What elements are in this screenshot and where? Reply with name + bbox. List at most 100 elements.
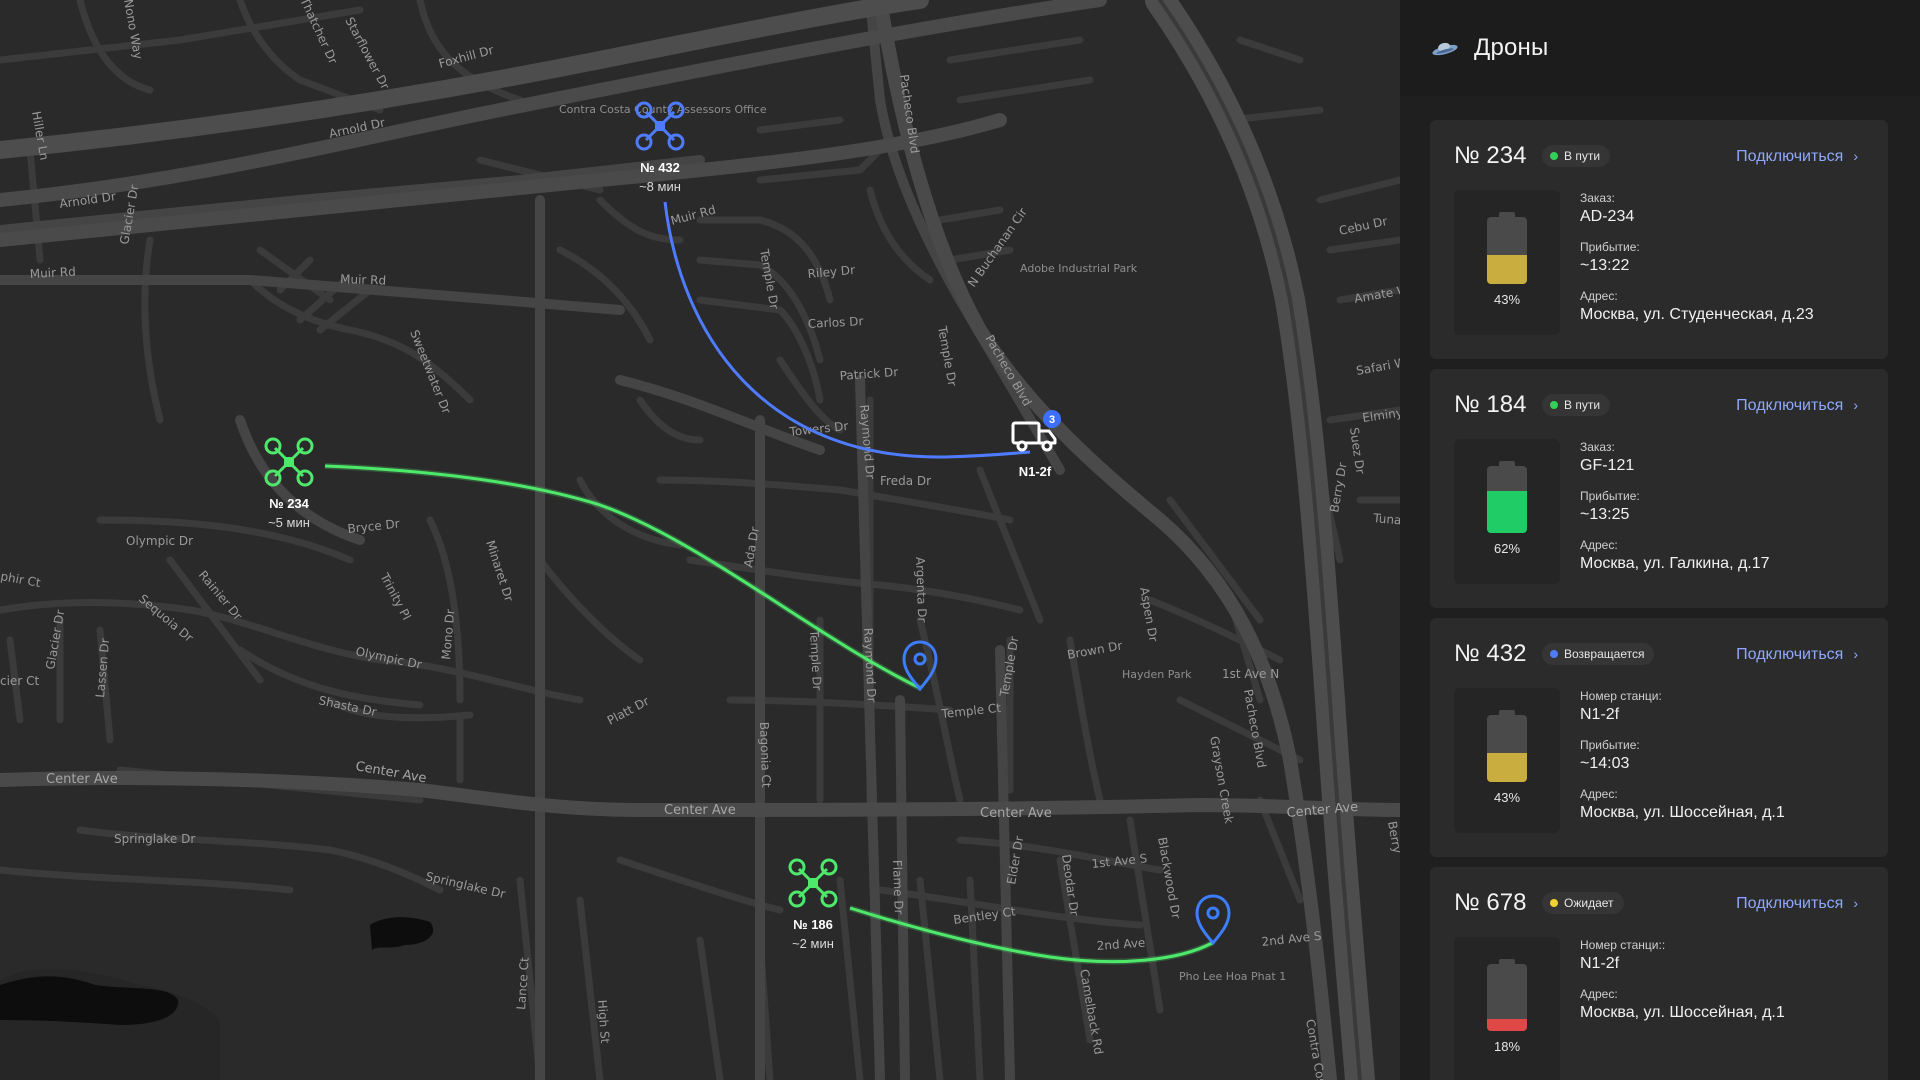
chevron-right-icon[interactable]: › — [1853, 646, 1858, 662]
status-badge: В пути — [1542, 145, 1611, 167]
field-value: ~13:25 — [1580, 506, 1630, 523]
connect-link[interactable]: Подключиться › — [1736, 145, 1858, 168]
panel-title: Дроны — [1474, 34, 1549, 61]
battery-fill — [1487, 753, 1527, 782]
street-label: Sweetwater Dr — [407, 328, 453, 416]
battery-fill — [1487, 491, 1527, 533]
street-label: cier Ct — [0, 674, 39, 688]
field-label: Номер станци:: — [1580, 938, 1666, 952]
street-label: Freda Dr — [880, 474, 931, 488]
field-label: Адрес: — [1580, 787, 1618, 801]
drone-label: № 234 — [269, 496, 310, 511]
street-label: Glacier Dr — [43, 609, 67, 671]
lake — [0, 976, 179, 1025]
field-label: Адрес: — [1580, 987, 1618, 1001]
status-label: В пути — [1564, 149, 1601, 163]
battery-percent: 18% — [1493, 1039, 1521, 1054]
chevron-right-icon[interactable]: › — [1853, 148, 1858, 164]
chevron-right-icon[interactable]: › — [1853, 895, 1858, 911]
map-canvas[interactable]: Arnold Dr Arnold Dr Muir Rd Muir Rd Muir… — [0, 0, 1400, 1080]
drone-marker-432[interactable]: № 432 ~8 мин — [635, 101, 685, 194]
field-value: N1-2f — [1580, 706, 1620, 723]
street-label: Temple Dr — [935, 324, 960, 387]
status-badge: Ожидает — [1542, 892, 1624, 914]
drone-card[interactable]: № 184 В пути Подключиться › 62% Заказ: GF… — [1430, 369, 1888, 608]
field-value: Москва, ул. Шоссейная, д.1 — [1580, 804, 1785, 821]
street-label: Starflower Dr — [342, 15, 392, 92]
street-label: Suez Dr — [1347, 426, 1367, 474]
drone-card[interactable]: № 678 Ожидает Подключиться › 18% Номер ст… — [1430, 867, 1888, 1080]
street-label: Riley Dr — [807, 263, 856, 281]
drone-icon — [788, 858, 838, 908]
destination-pin-186[interactable] — [1195, 894, 1231, 946]
field-label: Прибытие: — [1580, 738, 1640, 752]
field-label: Адрес: — [1580, 538, 1618, 552]
street-label: Berry Dr — [1327, 461, 1350, 513]
connect-label[interactable]: Подключиться — [1736, 148, 1843, 165]
battery-icon — [1487, 461, 1527, 533]
street-label: Patrick Dr — [839, 365, 898, 383]
field-label: Заказ: — [1580, 440, 1615, 454]
chevron-right-icon[interactable]: › — [1853, 397, 1858, 413]
drone-info: Номер станци:: N1-2f Адрес: Москва, ул. … — [1580, 937, 1785, 1035]
street-label: Platt Dr — [605, 694, 652, 728]
connect-link[interactable]: Подключиться › — [1736, 394, 1858, 417]
street-label: phir Ct — [0, 569, 42, 590]
street-label: Tuna — [1372, 511, 1400, 527]
field-value: GF-121 — [1580, 457, 1635, 474]
drone-marker-186[interactable]: № 186 ~2 мин — [788, 858, 838, 951]
battery-percent: 62% — [1493, 541, 1521, 556]
street-label: Bagonia Ct — [757, 722, 773, 788]
place-label: Adobe Industrial Park — [1020, 262, 1138, 275]
field-value: Москва, ул. Галкина, д.17 — [1580, 555, 1770, 572]
drone-logo-icon — [1432, 42, 1458, 56]
street-label: Muir Rd — [669, 202, 717, 227]
street-label: Springlake Dr — [114, 832, 195, 846]
street-label: Temple Dr — [807, 628, 824, 690]
drone-info: Заказ: GF-121 Прибытие: ~13:25 Адрес: Мо… — [1580, 439, 1770, 586]
status-dot — [1550, 899, 1558, 907]
street-label: Amate Way — [1353, 280, 1400, 306]
connect-link[interactable]: Подключиться › — [1736, 892, 1858, 915]
drone-marker-234[interactable]: № 234 ~5 мин — [264, 437, 314, 530]
street-label: Blackwood Dr — [1155, 836, 1183, 920]
field-label: Номер станци: — [1580, 689, 1662, 703]
drone-card[interactable]: № 234 В пути Подключиться › 43% Заказ: AD… — [1430, 120, 1888, 359]
drones-panel: Дроны № 234 В пути Подключиться › 43% Зак… — [1400, 0, 1920, 1080]
street-label: Argenta Dr — [913, 557, 929, 623]
status-dot — [1550, 152, 1558, 160]
street-label: Brown Dr — [1066, 638, 1123, 661]
street-label: Safari Way — [1355, 353, 1400, 378]
connect-label[interactable]: Подключиться — [1736, 397, 1843, 414]
street-label: Trinity Pl — [377, 570, 414, 622]
status-label: Возвращается — [1564, 647, 1645, 661]
connect-label[interactable]: Подключиться — [1736, 646, 1843, 663]
drone-label: № 186 — [793, 917, 833, 932]
street-label: Minaret Dr — [483, 539, 516, 604]
map[interactable]: Arnold Dr Arnold Dr Muir Rd Muir Rd Muir… — [0, 0, 1400, 1080]
status-dot — [1550, 650, 1558, 658]
battery-widget: 43% — [1454, 190, 1560, 335]
street-label: Pacheco Blvd — [982, 333, 1034, 409]
street-label: Center Ave — [980, 806, 1052, 821]
drone-card[interactable]: № 432 Возвращается Подключиться › 43% Ном… — [1430, 618, 1888, 857]
street-label: 2nd Ave — [1096, 936, 1146, 953]
place-label: Pho Lee Hoa Phat 1 — [1179, 970, 1286, 983]
field-label: Прибытие: — [1580, 489, 1640, 503]
field-label: Заказ: — [1580, 191, 1615, 205]
street-label: Muir Rd — [340, 272, 386, 288]
status-badge: Возвращается — [1542, 643, 1655, 665]
drone-label: № 432 — [640, 160, 680, 175]
status-badge: В пути — [1542, 394, 1611, 416]
field-value: Москва, ул. Студенческая, д.23 — [1580, 306, 1814, 323]
drone-cards: № 234 В пути Подключиться › 43% Заказ: AD… — [1430, 120, 1888, 1080]
street-label: Lassen Dr — [93, 638, 112, 699]
street-label: Sequoia Dr — [136, 592, 196, 645]
field-label: Прибытие: — [1580, 240, 1640, 254]
connect-link[interactable]: Подключиться › — [1736, 643, 1858, 666]
station-label: N1-2f — [1019, 464, 1052, 479]
street-label: Springlake Dr — [424, 869, 506, 901]
street-label: Camelback Rd — [1077, 968, 1106, 1056]
connect-label[interactable]: Подключиться — [1736, 895, 1843, 912]
street-label: Bryce Dr — [347, 517, 400, 536]
